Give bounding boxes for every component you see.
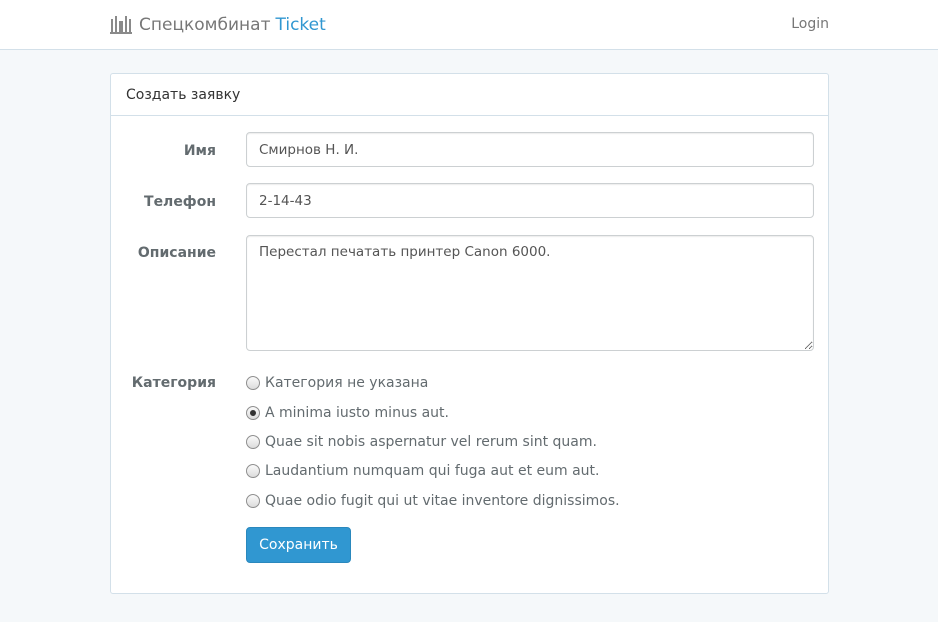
name-input[interactable]: [246, 132, 814, 167]
category-option[interactable]: A minima iusto minus aut.: [246, 403, 449, 423]
category-option[interactable]: Laudantium numquam qui fuga aut et eum a…: [246, 461, 599, 481]
save-button[interactable]: Сохранить: [246, 527, 351, 563]
category-option-label: Quae odio fugit qui ut vitae inventore d…: [265, 493, 620, 509]
brand-link[interactable]: Спецкомбинат Ticket: [110, 14, 326, 36]
create-ticket-panel: Создать заявку Имя Телефон Описание Пере…: [110, 73, 829, 594]
top-navbar: Спецкомбинат Ticket Login: [0, 0, 938, 50]
phone-input[interactable]: [246, 183, 814, 218]
phone-label: Телефон: [144, 194, 216, 210]
brand-name: Спецкомбинат: [139, 15, 271, 35]
category-option[interactable]: Категория не указана: [246, 373, 428, 393]
category-option[interactable]: Quae sit nobis aspernatur vel rerum sint…: [246, 432, 597, 452]
category-option-label: Quae sit nobis aspernatur vel rerum sint…: [265, 434, 597, 450]
description-textarea[interactable]: Перестал печатать принтер Canon 6000.: [246, 235, 814, 351]
radio-button[interactable]: [246, 435, 260, 449]
radio-button[interactable]: [246, 494, 260, 508]
category-option-label: Категория не указана: [265, 375, 429, 391]
building-columns-icon: [110, 16, 132, 34]
radio-button[interactable]: [246, 464, 260, 478]
category-option[interactable]: Quae odio fugit qui ut vitae inventore d…: [246, 491, 620, 511]
radio-button[interactable]: [246, 376, 260, 390]
panel-heading: Создать заявку: [111, 74, 828, 116]
category-option-label: Laudantium numquam qui fuga aut et eum a…: [265, 463, 600, 479]
category-label: Категория: [131, 375, 216, 391]
radio-button-selected[interactable]: [246, 406, 260, 420]
description-label: Описание: [137, 245, 216, 261]
name-label: Имя: [183, 143, 216, 159]
brand-accent: Ticket: [275, 15, 326, 35]
category-option-label: A minima iusto minus aut.: [265, 405, 449, 421]
login-link[interactable]: Login: [791, 16, 829, 32]
